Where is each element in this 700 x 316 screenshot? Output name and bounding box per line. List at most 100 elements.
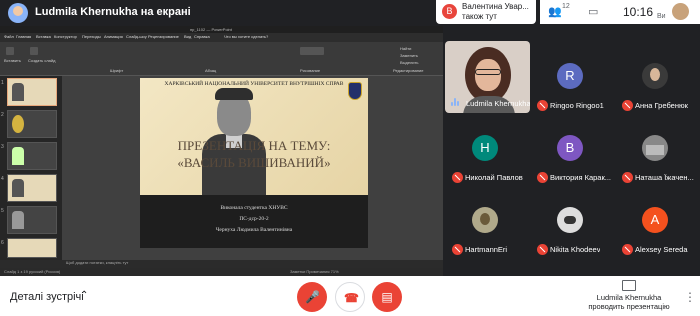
slide-thumbnails: 1 2 3 4 5 6 bbox=[0, 76, 62, 260]
slide-thumbnail[interactable] bbox=[7, 142, 57, 170]
present-screen-icon[interactable] bbox=[622, 280, 636, 291]
ppt-tab[interactable]: Что вы хотите сделать? bbox=[224, 34, 268, 39]
slide-thumbnail[interactable] bbox=[7, 174, 57, 202]
mic-off-icon bbox=[452, 244, 463, 255]
participant-tile[interactable]: Анна Гребенюк bbox=[617, 50, 699, 120]
participant-photo bbox=[557, 207, 583, 233]
chat-icon[interactable]: ▭ bbox=[588, 5, 598, 18]
you-label: Ви bbox=[657, 13, 666, 20]
participant-count: 12 bbox=[562, 3, 570, 10]
top-bar: Ludmila Khernukha на екрані В Валентина … bbox=[0, 0, 700, 26]
mic-off-icon bbox=[452, 172, 463, 183]
presenter-avatar bbox=[8, 3, 28, 23]
participant-name: Анна Гребенюк bbox=[635, 101, 688, 110]
people-icon[interactable]: 👥 bbox=[548, 5, 562, 18]
participant-name: Виктория Карак... bbox=[550, 173, 611, 182]
mic-off-icon bbox=[622, 100, 633, 111]
thumb-number: 4 bbox=[1, 176, 4, 182]
slide-photo-area: ХАРКІВСЬКИЙ НАЦІОНАЛЬНИЙ УНІВЕРСИТЕТ ВНУ… bbox=[140, 78, 368, 195]
chevron-up-icon[interactable]: ⌃ bbox=[80, 290, 88, 301]
ppt-tab[interactable]: Справка bbox=[194, 34, 210, 39]
ribbon-label: Редактирование bbox=[393, 68, 424, 73]
ppt-tab[interactable]: Конструктор bbox=[54, 34, 77, 39]
self-avatar[interactable] bbox=[672, 3, 689, 20]
slide-thumbnail[interactable] bbox=[7, 78, 57, 106]
participant-initial: В bbox=[557, 135, 583, 161]
meeting-controls-bar: Деталі зустрічі ⌃ 🎤 ☎ ▤ Ludmila Khernukh… bbox=[0, 276, 700, 316]
ppt-ribbon: Вставить Создать слайд Шрифт Абзац Рисов… bbox=[0, 42, 443, 76]
mic-off-icon: 🎤 bbox=[305, 290, 320, 304]
mic-off-icon bbox=[622, 244, 633, 255]
ribbon-label[interactable]: Заменить bbox=[400, 53, 418, 58]
participant-tile[interactable]: HartmannEri bbox=[447, 194, 529, 264]
ribbon-label[interactable]: Выделить bbox=[400, 60, 418, 65]
shared-screen: пр_1102 — PowerPoint Файл Главная Вставк… bbox=[0, 26, 443, 276]
ppt-tab[interactable]: Вид bbox=[184, 34, 191, 39]
university-emblem-icon bbox=[348, 82, 362, 100]
presenting-label: проводить презентацію bbox=[588, 302, 670, 311]
notes-pane[interactable]: Щоб додати нотатки, клацніть тут bbox=[62, 260, 443, 268]
participant-tile[interactable]: Nikita Khodeev bbox=[532, 194, 614, 264]
participant-tile[interactable]: В Виктория Карак... bbox=[532, 122, 614, 192]
ppt-tab[interactable]: Анимация bbox=[104, 34, 123, 39]
participant-initial: Н bbox=[472, 135, 498, 161]
leave-call-button[interactable]: ☎ bbox=[335, 282, 365, 312]
ppt-tab[interactable]: Рецензирование bbox=[148, 34, 179, 39]
current-slide[interactable]: ХАРКІВСЬКИЙ НАЦІОНАЛЬНИЙ УНІВЕРСИТЕТ ВНУ… bbox=[140, 78, 368, 248]
top-right-controls: 👥 12 ▭ 10:16 Ви bbox=[540, 0, 700, 24]
presenting-title: Ludmila Khernukha на екрані bbox=[35, 6, 191, 18]
participant-photo bbox=[642, 135, 668, 161]
participant-tile[interactable]: Наташа Їжачен... bbox=[617, 122, 699, 192]
presenter-name: Ludmila Khernukha bbox=[596, 293, 662, 302]
author-line: Виконала студентка ХНУВС bbox=[220, 205, 288, 211]
slide-university: ХАРКІВСЬКИЙ НАЦІОНАЛЬНИЙ УНІВЕРСИТЕТ ВНУ… bbox=[164, 81, 344, 87]
author-line: ПС-дср-20-2 bbox=[239, 216, 269, 222]
notification-avatar: В bbox=[442, 4, 457, 19]
ribbon-label: Рисование bbox=[300, 68, 321, 73]
join-notification[interactable]: В Валентина Увар... також тут bbox=[436, 0, 536, 24]
status-right: Заметки Примечания 71% bbox=[290, 269, 339, 274]
participant-name: Alexsey Sereda bbox=[635, 245, 688, 254]
more-options-icon[interactable]: ⋮ bbox=[684, 290, 696, 304]
clock: 10:16 bbox=[623, 5, 654, 19]
participant-name: Nikita Khodeev bbox=[550, 245, 601, 254]
ppt-tab[interactable]: Переходы bbox=[82, 34, 101, 39]
slide-thumbnail[interactable] bbox=[7, 238, 57, 258]
participant-tile[interactable]: Н Николай Павлов bbox=[447, 122, 529, 192]
microphone-toggle-button[interactable]: 🎤 bbox=[297, 282, 327, 312]
ppt-title-text: пр_1102 — PowerPoint bbox=[190, 27, 232, 32]
ppt-tab[interactable]: Вставка bbox=[36, 34, 51, 39]
paste-icon[interactable] bbox=[6, 47, 14, 55]
camera-off-icon: ▤ bbox=[381, 290, 393, 304]
participant-name: HartmannEri bbox=[465, 245, 508, 254]
mic-off-icon bbox=[537, 244, 548, 255]
shapes-icon[interactable] bbox=[300, 47, 324, 55]
participant-name: Николай Павлов bbox=[465, 173, 523, 182]
slide-thumbnail[interactable] bbox=[7, 110, 57, 138]
participant-tile[interactable]: R Ringoo Ringoo1 bbox=[532, 50, 614, 120]
slide-thumbnail[interactable] bbox=[7, 206, 57, 234]
ppt-status-bar: Слайд 1 з 19 русский (Россия) Заметки Пр… bbox=[0, 268, 443, 276]
meeting-details-button[interactable]: Деталі зустрічі bbox=[10, 291, 84, 303]
mic-off-icon bbox=[537, 100, 548, 111]
participant-name: Ringoo Ringoo1 bbox=[550, 101, 604, 110]
ppt-ribbon-tabs: Файл Главная Вставка Конструктор Переход… bbox=[0, 33, 443, 42]
speaking-indicator-icon bbox=[451, 98, 461, 106]
status-left: Слайд 1 з 19 русский (Россия) bbox=[4, 269, 61, 274]
mic-off-icon bbox=[537, 172, 548, 183]
ribbon-label[interactable]: Найти bbox=[400, 46, 411, 51]
thumb-number: 2 bbox=[1, 112, 4, 118]
new-slide-icon[interactable] bbox=[30, 47, 38, 55]
participant-name: Ludmila Khernukha bbox=[466, 99, 530, 108]
participant-initial: A bbox=[642, 207, 668, 233]
mic-off-icon bbox=[622, 172, 633, 183]
camera-toggle-button[interactable]: ▤ bbox=[372, 282, 402, 312]
slide-heading-2: «ВАСИЛЬ ВИШИВАНИЙ» bbox=[177, 155, 331, 170]
slide-heading-1: ПРЕЗЕНТАЦІЯ НА ТЕМУ: bbox=[177, 138, 331, 153]
notification-text: Валентина Увар... також тут bbox=[462, 2, 529, 21]
ribbon-label: Абзац bbox=[205, 68, 217, 73]
ppt-tab[interactable]: Главная bbox=[16, 34, 31, 39]
ppt-tab[interactable]: Файл bbox=[4, 34, 14, 39]
participant-tile[interactable]: A Alexsey Sereda bbox=[617, 194, 699, 264]
ppt-tab[interactable]: Слайд-шоу bbox=[126, 34, 147, 39]
